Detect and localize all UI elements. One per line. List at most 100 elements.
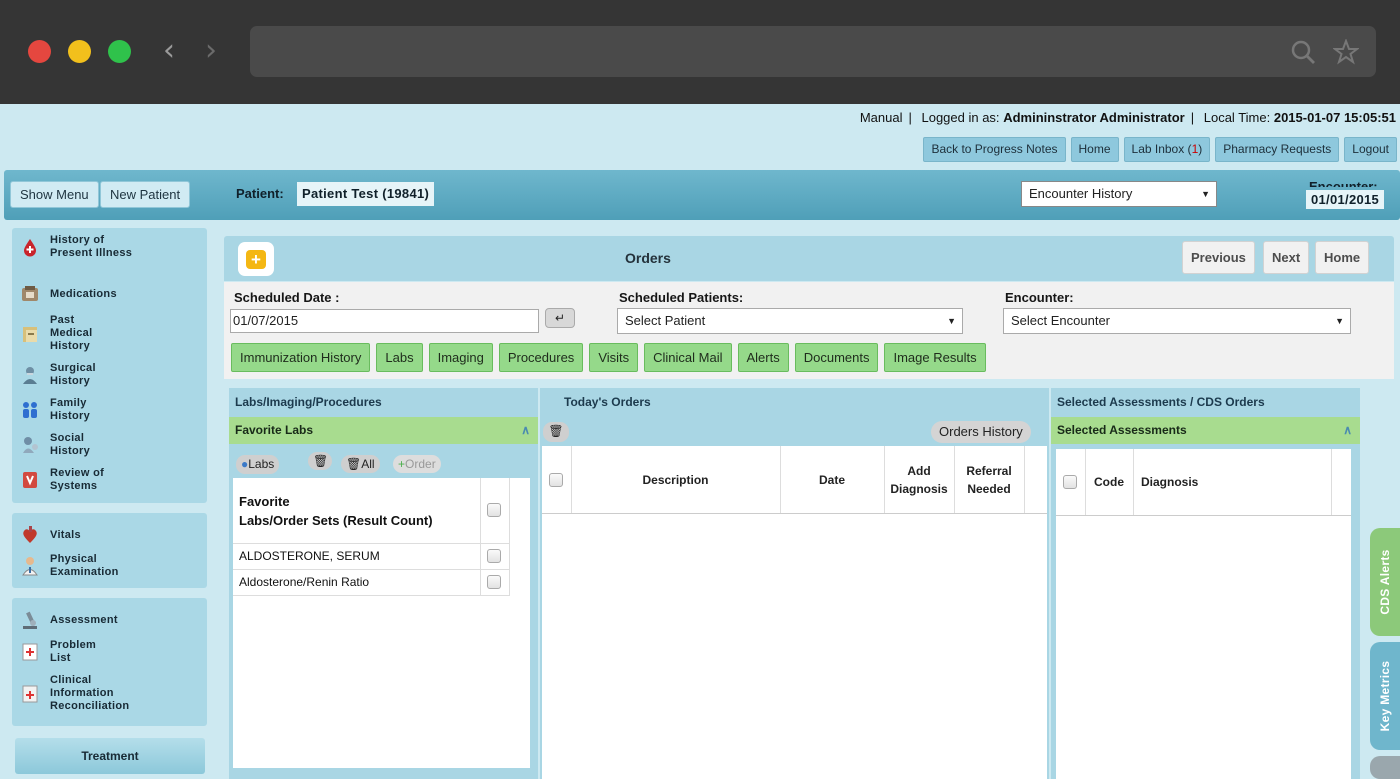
delete-order-icon[interactable]: 🗑	[543, 422, 569, 442]
more-tab[interactable]	[1370, 756, 1400, 779]
tab-immunization-history[interactable]: Immunization History	[231, 343, 371, 372]
sidebar-item-label: Physical Examination	[50, 553, 119, 578]
key-metrics-label: Key Metrics	[1378, 660, 1392, 732]
select-patient-dropdown[interactable]: Select Patient ▼	[617, 308, 963, 334]
delete-all-button[interactable]: 🗑All	[341, 455, 380, 473]
encounter-label: Encounter:	[1309, 180, 1378, 187]
table-divider	[233, 595, 510, 596]
description-column-header[interactable]: Description	[571, 471, 780, 489]
treatment-button[interactable]: Treatment	[15, 738, 205, 774]
show-menu-button[interactable]: Show Menu	[10, 181, 99, 208]
delete-icon[interactable]: 🗑	[308, 452, 332, 470]
previous-button[interactable]: Previous	[1182, 241, 1255, 274]
bookmark-star-icon[interactable]	[1333, 39, 1359, 65]
local-time: 2015-01-07 15:05:51	[1273, 110, 1396, 125]
sidebar-item-medications[interactable]: Medications	[20, 284, 117, 304]
key-metrics-tab[interactable]: Key Metrics	[1370, 642, 1400, 750]
encounter-date: 01/01/2015	[1306, 190, 1385, 209]
cds-alerts-label: CDS Alerts	[1378, 549, 1392, 615]
order-label: Order	[405, 457, 436, 471]
search-icon[interactable]	[1290, 39, 1316, 65]
tab-visits[interactable]: Visits	[589, 343, 639, 372]
logout-link[interactable]: Logout	[1344, 137, 1397, 162]
forward-arrow-icon[interactable]: ›	[205, 34, 217, 68]
delete-all-label: All	[361, 457, 375, 471]
sidebar-item-problem-list[interactable]: Problem List	[20, 639, 110, 665]
dropdown-arrow-icon: ▼	[947, 316, 956, 326]
sidebar-item-label: History of Present Illness	[50, 234, 133, 259]
tab-procedures[interactable]: Procedures	[498, 343, 584, 372]
collapse-icon[interactable]: ∧	[521, 417, 530, 444]
lab-row-label: ALDOSTERONE, SERUM	[239, 549, 380, 563]
sidebar-group-assessment: Assessment Problem List Clinical Informa…	[12, 598, 207, 726]
new-patient-button[interactable]: New Patient	[100, 181, 191, 208]
lab-inbox-label: Lab Inbox (	[1131, 142, 1192, 156]
social-icon	[23, 437, 38, 453]
sidebar-item-assessment[interactable]: Assessment	[20, 610, 118, 630]
url-bar[interactable]	[250, 26, 1376, 77]
select-all-orders-checkbox[interactable]	[549, 473, 563, 487]
patient-label: Patient:	[236, 186, 284, 201]
collapse-icon[interactable]: ∧	[1343, 417, 1352, 444]
scheduled-patients-label: Scheduled Patients:	[619, 290, 744, 305]
tab-clinical-mail[interactable]: Clinical Mail	[644, 343, 732, 372]
sidebar-item-vitals[interactable]: Vitals	[20, 525, 81, 545]
sidebar-item-surgical-history[interactable]: Surgical History	[20, 362, 110, 388]
sidebar: History of Present Illness Medications P…	[10, 228, 208, 779]
add-order-button[interactable]: +	[238, 242, 274, 276]
back-to-progress-notes-button[interactable]: Back to Progress Notes	[923, 137, 1066, 162]
tab-image-results[interactable]: Image Results	[884, 343, 986, 372]
user-name: Admininstrator Administrator	[1003, 110, 1185, 125]
tab-documents[interactable]: Documents	[794, 343, 879, 372]
page-title: Orders	[625, 250, 671, 266]
reconciliation-icon	[22, 685, 38, 702]
favorite-labs-header[interactable]: Favorite Labs ∧	[229, 417, 538, 444]
table-divider	[480, 478, 481, 596]
lab-row-checkbox[interactable]	[487, 575, 501, 589]
encounter-history-select[interactable]: Encounter History ▼	[1021, 181, 1217, 207]
tab-imaging[interactable]: Imaging	[428, 343, 493, 372]
add-labs-button[interactable]: ●Labs	[236, 455, 280, 474]
home-button[interactable]: Home	[1315, 241, 1370, 274]
sidebar-item-social-history[interactable]: Social History	[20, 432, 110, 458]
sidebar-group-history: History of Present Illness Medications P…	[12, 228, 207, 503]
select-patient-value: Select Patient	[625, 313, 706, 328]
orders-header: + Orders Previous Next Home	[224, 236, 1394, 281]
order-button[interactable]: +Order	[393, 455, 441, 473]
tab-labs[interactable]: Labs	[376, 343, 423, 372]
assessments-panel-title: Selected Assessments / CDS Orders	[1051, 388, 1360, 416]
maximize-window-icon[interactable]	[108, 40, 131, 63]
close-window-icon[interactable]	[28, 40, 51, 63]
back-arrow-icon[interactable]: ‹	[163, 34, 175, 68]
pharmacy-requests-link[interactable]: Pharmacy Requests	[1215, 137, 1340, 162]
dropdown-arrow-icon: ▼	[1335, 316, 1344, 326]
encounter-label: Encounter:	[1005, 290, 1074, 305]
date-column-header[interactable]: Date	[780, 471, 884, 489]
sidebar-item-family-history[interactable]: Family History	[20, 397, 110, 423]
sidebar-item-hpi[interactable]: History of Present Illness	[20, 234, 150, 260]
sidebar-item-clinical-information-reconciliation[interactable]: Clinical Information Reconciliation	[20, 674, 150, 713]
lab-row-checkbox[interactable]	[487, 549, 501, 563]
home-link[interactable]: Home	[1070, 137, 1119, 162]
diagnosis-column-header[interactable]: Diagnosis	[1141, 473, 1198, 491]
orders-history-button[interactable]: Orders History	[931, 421, 1031, 443]
selected-assessments-header[interactable]: Selected Assessments ∧	[1051, 417, 1360, 444]
sidebar-item-physical-examination[interactable]: Physical Examination	[20, 553, 130, 579]
sidebar-item-review-of-systems[interactable]: Review of Systems	[20, 467, 140, 493]
select-all-checkbox[interactable]	[487, 503, 501, 517]
cds-alerts-tab[interactable]: CDS Alerts	[1370, 528, 1400, 636]
review-systems-icon	[23, 472, 37, 488]
minimize-window-icon[interactable]	[68, 40, 91, 63]
select-encounter-dropdown[interactable]: Select Encounter ▼	[1003, 308, 1351, 334]
sidebar-item-label: Surgical History	[50, 362, 96, 387]
local-time-label: Local Time:	[1203, 110, 1271, 125]
enter-date-button[interactable]: ↵	[545, 308, 575, 328]
lab-inbox-link[interactable]: Lab Inbox (1)	[1123, 137, 1211, 162]
tab-alerts[interactable]: Alerts	[737, 343, 789, 372]
table-divider	[233, 569, 510, 570]
select-all-assessments-checkbox[interactable]	[1063, 475, 1077, 489]
next-button[interactable]: Next	[1263, 241, 1310, 274]
scheduled-date-input[interactable]: 01/07/2015	[230, 309, 539, 333]
sidebar-item-past-medical-history[interactable]: Past Medical History	[20, 314, 110, 353]
code-column-header[interactable]: Code	[1085, 473, 1133, 491]
